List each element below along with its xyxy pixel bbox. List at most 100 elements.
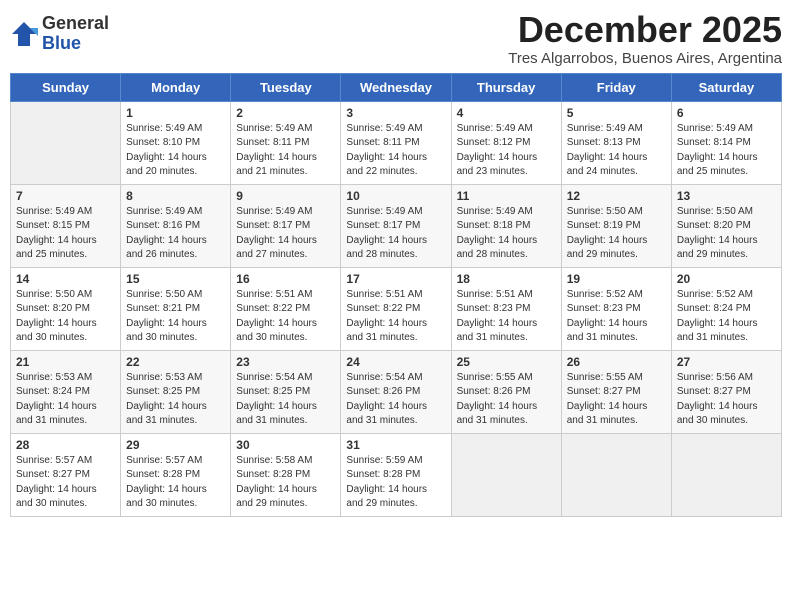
weekday-header-monday: Monday: [121, 73, 231, 101]
day-info: Sunrise: 5:49 AMSunset: 8:18 PMDaylight:…: [457, 205, 556, 263]
calendar-cell: 14 Sunrise: 5:50 AMSunset: 8:20 PMDayligh…: [11, 267, 121, 350]
weekday-header-saturday: Saturday: [671, 73, 781, 101]
logo-blue: Blue: [42, 34, 109, 54]
month-title: December 2025: [508, 10, 782, 50]
calendar-cell: [671, 433, 781, 516]
calendar-cell: 6 Sunrise: 5:49 AMSunset: 8:14 PMDaylight…: [671, 101, 781, 184]
calendar-cell: 3 Sunrise: 5:49 AMSunset: 8:11 PMDaylight…: [341, 101, 451, 184]
day-number: 5: [567, 106, 666, 120]
calendar-cell: 20 Sunrise: 5:52 AMSunset: 8:24 PMDayligh…: [671, 267, 781, 350]
calendar: SundayMondayTuesdayWednesdayThursdayFrid…: [10, 73, 782, 517]
day-info: Sunrise: 5:57 AMSunset: 8:27 PMDaylight:…: [16, 454, 115, 512]
day-info: Sunrise: 5:49 AMSunset: 8:13 PMDaylight:…: [567, 122, 666, 180]
calendar-cell: [561, 433, 671, 516]
location: Tres Algarrobos, Buenos Aires, Argentina: [508, 50, 782, 67]
day-number: 25: [457, 355, 556, 369]
day-number: 16: [236, 272, 335, 286]
day-info: Sunrise: 5:56 AMSunset: 8:27 PMDaylight:…: [677, 371, 776, 429]
calendar-week-row: 28 Sunrise: 5:57 AMSunset: 8:27 PMDayligh…: [11, 433, 782, 516]
day-info: Sunrise: 5:50 AMSunset: 8:20 PMDaylight:…: [16, 288, 115, 346]
day-info: Sunrise: 5:55 AMSunset: 8:27 PMDaylight:…: [567, 371, 666, 429]
day-number: 10: [346, 189, 445, 203]
day-number: 12: [567, 189, 666, 203]
day-number: 19: [567, 272, 666, 286]
calendar-cell: 11 Sunrise: 5:49 AMSunset: 8:18 PMDayligh…: [451, 184, 561, 267]
calendar-cell: 2 Sunrise: 5:49 AMSunset: 8:11 PMDaylight…: [231, 101, 341, 184]
day-number: 30: [236, 438, 335, 452]
calendar-cell: 31 Sunrise: 5:59 AMSunset: 8:28 PMDayligh…: [341, 433, 451, 516]
weekday-header-friday: Friday: [561, 73, 671, 101]
day-number: 14: [16, 272, 115, 286]
weekday-header-thursday: Thursday: [451, 73, 561, 101]
calendar-cell: 21Sunrise: 5:53 AMSunset: 8:24 PMDayligh…: [11, 350, 121, 433]
weekday-header-sunday: Sunday: [11, 73, 121, 101]
day-info: Sunrise: 5:50 AMSunset: 8:21 PMDaylight:…: [126, 288, 225, 346]
calendar-cell: 9Sunrise: 5:49 AMSunset: 8:17 PMDaylight…: [231, 184, 341, 267]
day-number: 15: [126, 272, 225, 286]
day-info: Sunrise: 5:49 AMSunset: 8:14 PMDaylight:…: [677, 122, 776, 180]
calendar-cell: 19 Sunrise: 5:52 AMSunset: 8:23 PMDayligh…: [561, 267, 671, 350]
day-info: Sunrise: 5:51 AMSunset: 8:22 PMDaylight:…: [346, 288, 445, 346]
calendar-cell: 17 Sunrise: 5:51 AMSunset: 8:22 PMDayligh…: [341, 267, 451, 350]
calendar-cell: 23Sunrise: 5:54 AMSunset: 8:25 PMDayligh…: [231, 350, 341, 433]
day-info: Sunrise: 5:53 AMSunset: 8:24 PMDaylight:…: [16, 371, 115, 429]
calendar-cell: 10 Sunrise: 5:49 AMSunset: 8:17 PMDayligh…: [341, 184, 451, 267]
day-number: 13: [677, 189, 776, 203]
calendar-cell: 4Sunrise: 5:49 AMSunset: 8:12 PMDaylight…: [451, 101, 561, 184]
day-number: 28: [16, 438, 115, 452]
calendar-cell: 28 Sunrise: 5:57 AMSunset: 8:27 PMDayligh…: [11, 433, 121, 516]
day-number: 2: [236, 106, 335, 120]
day-info: Sunrise: 5:52 AMSunset: 8:24 PMDaylight:…: [677, 288, 776, 346]
day-info: Sunrise: 5:49 AMSunset: 8:15 PMDaylight:…: [16, 205, 115, 263]
day-info: Sunrise: 5:52 AMSunset: 8:23 PMDaylight:…: [567, 288, 666, 346]
day-number: 8: [126, 189, 225, 203]
calendar-cell: 13 Sunrise: 5:50 AMSunset: 8:20 PMDayligh…: [671, 184, 781, 267]
day-info: Sunrise: 5:49 AMSunset: 8:17 PMDaylight:…: [346, 205, 445, 263]
calendar-cell: 1Sunrise: 5:49 AMSunset: 8:10 PMDaylight…: [121, 101, 231, 184]
day-number: 17: [346, 272, 445, 286]
day-info: Sunrise: 5:49 AMSunset: 8:16 PMDaylight:…: [126, 205, 225, 263]
day-info: Sunrise: 5:53 AMSunset: 8:25 PMDaylight:…: [126, 371, 225, 429]
calendar-week-row: 14 Sunrise: 5:50 AMSunset: 8:20 PMDayligh…: [11, 267, 782, 350]
calendar-cell: 26 Sunrise: 5:55 AMSunset: 8:27 PMDayligh…: [561, 350, 671, 433]
title-block: December 2025 Tres Algarrobos, Buenos Ai…: [508, 10, 782, 67]
logo-icon: [10, 20, 38, 48]
day-info: Sunrise: 5:50 AMSunset: 8:19 PMDaylight:…: [567, 205, 666, 263]
day-number: 24: [346, 355, 445, 369]
day-number: 3: [346, 106, 445, 120]
day-info: Sunrise: 5:54 AMSunset: 8:26 PMDaylight:…: [346, 371, 445, 429]
day-number: 4: [457, 106, 556, 120]
calendar-cell: [11, 101, 121, 184]
day-info: Sunrise: 5:58 AMSunset: 8:28 PMDaylight:…: [236, 454, 335, 512]
day-info: Sunrise: 5:55 AMSunset: 8:26 PMDaylight:…: [457, 371, 556, 429]
calendar-cell: 5 Sunrise: 5:49 AMSunset: 8:13 PMDaylight…: [561, 101, 671, 184]
day-number: 18: [457, 272, 556, 286]
day-number: 26: [567, 355, 666, 369]
calendar-cell: 8 Sunrise: 5:49 AMSunset: 8:16 PMDaylight…: [121, 184, 231, 267]
weekday-header-wednesday: Wednesday: [341, 73, 451, 101]
calendar-week-row: 1Sunrise: 5:49 AMSunset: 8:10 PMDaylight…: [11, 101, 782, 184]
day-info: Sunrise: 5:49 AMSunset: 8:11 PMDaylight:…: [236, 122, 335, 180]
day-number: 11: [457, 189, 556, 203]
day-number: 20: [677, 272, 776, 286]
calendar-cell: 30 Sunrise: 5:58 AMSunset: 8:28 PMDayligh…: [231, 433, 341, 516]
day-info: Sunrise: 5:50 AMSunset: 8:20 PMDaylight:…: [677, 205, 776, 263]
calendar-cell: [451, 433, 561, 516]
day-info: Sunrise: 5:51 AMSunset: 8:23 PMDaylight:…: [457, 288, 556, 346]
day-number: 6: [677, 106, 776, 120]
calendar-cell: 18 Sunrise: 5:51 AMSunset: 8:23 PMDayligh…: [451, 267, 561, 350]
logo: General Blue: [10, 14, 109, 54]
day-info: Sunrise: 5:49 AMSunset: 8:11 PMDaylight:…: [346, 122, 445, 180]
calendar-cell: 27Sunrise: 5:56 AMSunset: 8:27 PMDayligh…: [671, 350, 781, 433]
calendar-cell: 12 Sunrise: 5:50 AMSunset: 8:19 PMDayligh…: [561, 184, 671, 267]
calendar-week-row: 21Sunrise: 5:53 AMSunset: 8:24 PMDayligh…: [11, 350, 782, 433]
day-number: 31: [346, 438, 445, 452]
calendar-cell: 16Sunrise: 5:51 AMSunset: 8:22 PMDayligh…: [231, 267, 341, 350]
day-info: Sunrise: 5:59 AMSunset: 8:28 PMDaylight:…: [346, 454, 445, 512]
calendar-cell: 22 Sunrise: 5:53 AMSunset: 8:25 PMDayligh…: [121, 350, 231, 433]
calendar-cell: 29Sunrise: 5:57 AMSunset: 8:28 PMDayligh…: [121, 433, 231, 516]
day-number: 22: [126, 355, 225, 369]
calendar-cell: 15 Sunrise: 5:50 AMSunset: 8:21 PMDayligh…: [121, 267, 231, 350]
day-info: Sunrise: 5:57 AMSunset: 8:28 PMDaylight:…: [126, 454, 225, 512]
day-number: 7: [16, 189, 115, 203]
